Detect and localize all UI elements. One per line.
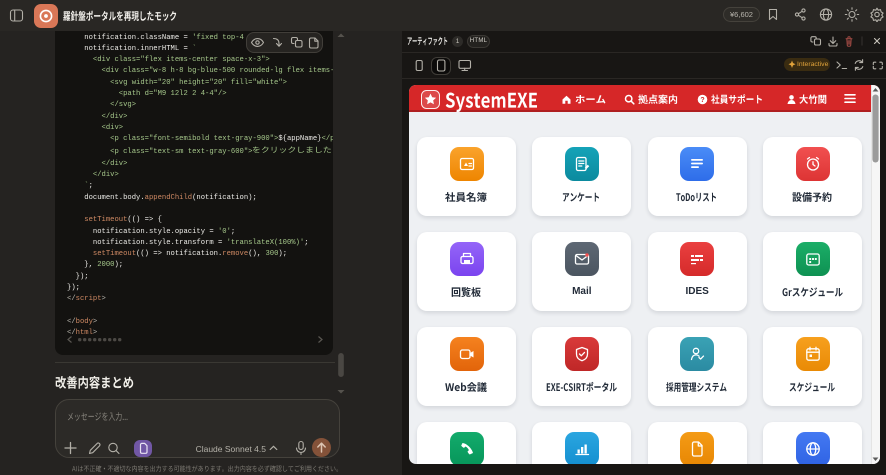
- svg-text:?: ?: [700, 97, 704, 104]
